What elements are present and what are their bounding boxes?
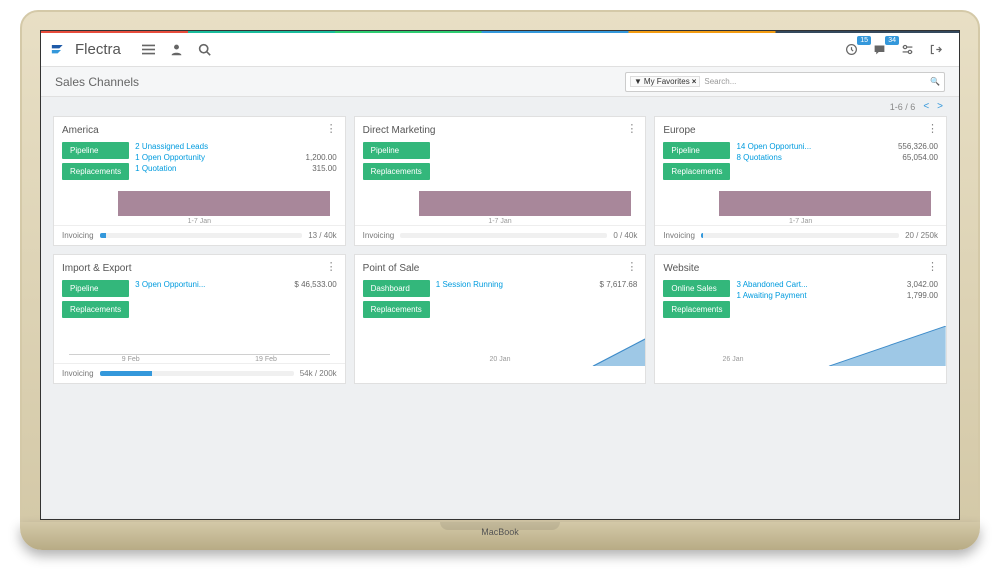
search-box[interactable]: ▼ My Favorites × Search... 🔍 xyxy=(625,72,945,92)
card-title: Website xyxy=(663,263,699,274)
sub-navbar: Sales Channels ▼ My Favorites × Search..… xyxy=(41,67,959,97)
stat-value: 315.00 xyxy=(312,164,336,173)
footer-value: 13 / 40k xyxy=(308,231,336,240)
clock-icon[interactable]: 15 xyxy=(837,36,865,64)
search-icon[interactable]: 🔍 xyxy=(930,77,940,86)
top-navbar: Flectra 15 34 xyxy=(41,33,959,67)
messages-icon[interactable]: 34 xyxy=(865,36,893,64)
mini-chart xyxy=(655,186,946,228)
stat-value: 1,200.00 xyxy=(306,153,337,162)
card-action-button[interactable]: Replacements xyxy=(363,301,430,318)
card-footer: Invoicing 20 / 250k xyxy=(655,225,946,245)
pager-next[interactable]: > xyxy=(937,101,943,112)
card-action-button[interactable]: Pipeline xyxy=(363,142,430,159)
app-screen: Flectra 15 34 Sales Channels ▼ My Favori… xyxy=(40,30,960,520)
footer-value: 0 / 40k xyxy=(613,231,637,240)
stat-value: 1,799.00 xyxy=(907,291,938,300)
stat-value: 65,054.00 xyxy=(902,153,938,162)
stat-link[interactable]: 3 Open Opportuni... xyxy=(135,280,205,289)
card-title: Direct Marketing xyxy=(363,125,436,136)
progress-bar xyxy=(701,233,899,238)
card-action-button[interactable]: Replacements xyxy=(363,163,430,180)
card-action-button[interactable]: Pipeline xyxy=(663,142,730,159)
search-filter-tag[interactable]: ▼ My Favorites × xyxy=(630,76,700,87)
card-action-button[interactable]: Replacements xyxy=(663,163,730,180)
card-menu-icon[interactable]: ⋮ xyxy=(927,263,938,271)
footer-label: Invoicing xyxy=(363,231,395,240)
card-menu-icon[interactable]: ⋮ xyxy=(927,125,938,133)
progress-bar xyxy=(400,233,607,238)
laptop-frame: Flectra 15 34 Sales Channels ▼ My Favori… xyxy=(20,10,980,550)
stat-link[interactable]: 1 Awaiting Payment xyxy=(736,291,806,300)
footer-label: Invoicing xyxy=(62,369,94,378)
pager: 1-6 / 6 < > xyxy=(41,97,959,116)
footer-value: 20 / 250k xyxy=(905,231,938,240)
mini-chart xyxy=(355,186,646,228)
stat-value: $ 7,617.68 xyxy=(600,280,638,289)
stat-link[interactable]: 1 Open Opportunity xyxy=(135,153,205,162)
channel-card: Import & Export ⋮ Pipeline Replacements 3 Op… xyxy=(53,254,346,384)
card-footer: Invoicing 13 / 40k xyxy=(54,225,345,245)
channel-card: Europe ⋮ Pipeline Replacements 14 Open Oppor… xyxy=(654,116,947,246)
card-title: Europe xyxy=(663,125,695,136)
footer-label: Invoicing xyxy=(62,231,94,240)
channel-card: Direct Marketing⋮PipelineReplacements1-7… xyxy=(354,116,647,246)
stat-link[interactable]: 2 Unassigned Leads xyxy=(135,142,208,151)
mini-chart xyxy=(655,324,946,366)
card-action-button[interactable]: Online Sales xyxy=(663,280,730,297)
dashboard-grid: America ⋮ Pipeline Replacements 2 Unassigned… xyxy=(41,116,959,396)
card-action-button[interactable]: Replacements xyxy=(62,301,129,318)
progress-bar xyxy=(100,233,303,238)
card-title: America xyxy=(62,125,99,136)
brand-logo[interactable]: Flectra xyxy=(51,41,121,58)
settings-icon[interactable] xyxy=(893,36,921,64)
mini-chart xyxy=(355,324,646,366)
menu-icon[interactable] xyxy=(135,36,163,64)
card-action-button[interactable]: Dashboard xyxy=(363,280,430,297)
card-action-button[interactable]: Pipeline xyxy=(62,142,129,159)
progress-bar xyxy=(100,371,294,376)
card-menu-icon[interactable]: ⋮ xyxy=(626,263,637,271)
channel-card: America ⋮ Pipeline Replacements 2 Unassigned… xyxy=(53,116,346,246)
stat-link[interactable]: 3 Abandoned Cart... xyxy=(736,280,807,289)
stat-link[interactable]: 14 Open Opportuni... xyxy=(736,142,811,151)
card-menu-icon[interactable]: ⋮ xyxy=(626,125,637,133)
card-title: Point of Sale xyxy=(363,263,420,274)
card-action-button[interactable]: Replacements xyxy=(62,163,129,180)
logout-icon[interactable] xyxy=(921,36,949,64)
laptop-base: MacBook xyxy=(20,522,980,550)
footer-value: 54k / 200k xyxy=(300,369,337,378)
stat-link[interactable]: 1 Quotation xyxy=(135,164,176,173)
stat-link[interactable]: 1 Session Running xyxy=(436,280,503,289)
stat-value: $ 46,533.00 xyxy=(294,280,336,289)
brand-name: Flectra xyxy=(75,41,121,58)
card-action-button[interactable]: Replacements xyxy=(663,301,730,318)
mini-chart xyxy=(54,324,345,366)
channel-card: Website ⋮ Online Sales Replacements 3 Abando… xyxy=(654,254,947,384)
footer-label: Invoicing xyxy=(663,231,695,240)
card-action-button[interactable]: Pipeline xyxy=(62,280,129,297)
card-footer: Invoicing 54k / 200k xyxy=(54,363,345,383)
close-icon[interactable]: × xyxy=(692,77,697,86)
page-title: Sales Channels xyxy=(55,75,139,89)
stat-value: 3,042.00 xyxy=(907,280,938,289)
card-footer: Invoicing 0 / 40k xyxy=(355,225,646,245)
channel-card: Point of Sale ⋮ Dashboard Replacements 1 Ses… xyxy=(354,254,647,384)
search-icon[interactable] xyxy=(191,36,219,64)
user-icon[interactable] xyxy=(163,36,191,64)
mini-chart xyxy=(54,186,345,228)
card-menu-icon[interactable]: ⋮ xyxy=(326,263,337,271)
card-menu-icon[interactable]: ⋮ xyxy=(326,125,337,133)
stat-value: 556,326.00 xyxy=(898,142,938,151)
pager-text: 1-6 / 6 xyxy=(890,102,916,112)
search-placeholder: Search... xyxy=(704,77,736,86)
stat-link[interactable]: 8 Quotations xyxy=(736,153,781,162)
card-title: Import & Export xyxy=(62,263,131,274)
pager-prev[interactable]: < xyxy=(923,101,929,112)
